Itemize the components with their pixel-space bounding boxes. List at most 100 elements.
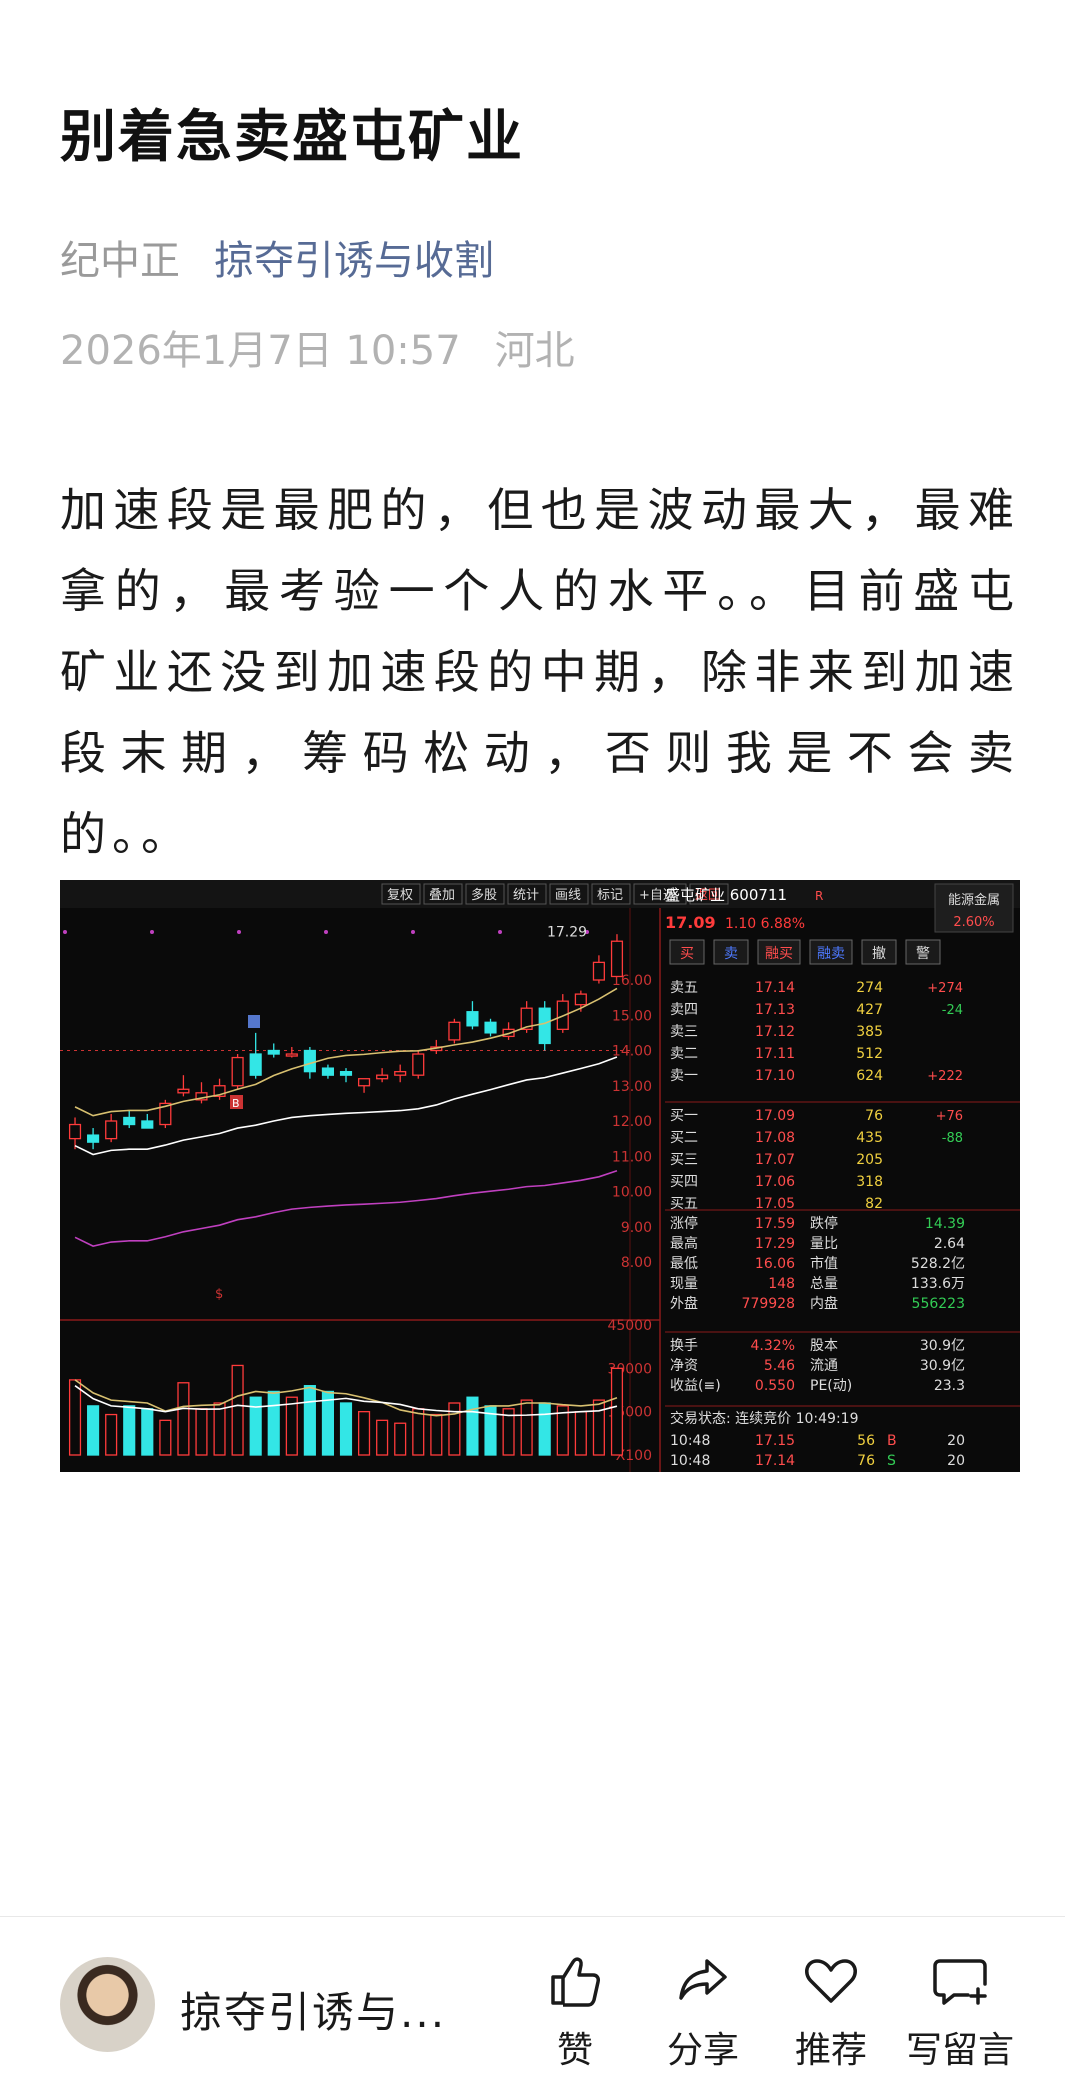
candle-body [592, 961, 605, 981]
bottom-author-name[interactable]: 掠夺引诱与... [180, 1979, 446, 2040]
share-arrow-icon [679, 1959, 727, 2000]
ask-chg-0: +274 [927, 981, 963, 996]
bid-label-3: 买四 [670, 1174, 698, 1190]
share-button[interactable]: 分享 [648, 1951, 758, 2073]
trade-button-label-4: 撤 [872, 946, 886, 962]
stock-chart-image[interactable]: 复权 叠加 多股 统计 画线 标记 +自选 返回 16.00 15.00 14.00 13.00 12.… [60, 880, 1020, 1472]
stat2-l1-1: 净资 [670, 1358, 698, 1374]
bid-price-1: 17.08 [755, 1130, 795, 1146]
ask-chg-4: +222 [927, 1069, 963, 1084]
bid-vol-0: 76 [865, 1108, 883, 1124]
volume-bar [376, 1419, 389, 1456]
candle-body [105, 1120, 118, 1140]
volume-bar [574, 1411, 587, 1456]
stat-l1-4: 外盘 [670, 1295, 698, 1312]
like-label: 赞 [556, 2030, 593, 2071]
toolbar-label-5: 标记 [597, 888, 623, 903]
toolbar-label-0: 复权 [387, 887, 413, 903]
tick-price-1: 17.14 [755, 1453, 795, 1469]
stat-v2-0: 14.39 [925, 1216, 965, 1232]
stat-l2-3: 总量 [810, 1276, 838, 1292]
volume-bar [538, 1402, 551, 1456]
candle-body [87, 1134, 100, 1143]
recommend-button[interactable]: 推荐 [776, 1951, 886, 2073]
volume-tick: 45000 [607, 1318, 652, 1334]
article-meta: 纪中正 掠夺引诱与收割 [60, 228, 494, 286]
account-name-link[interactable]: 掠夺引诱与收割 [214, 238, 494, 284]
current-price: 17.09 [665, 913, 716, 932]
author-name: 纪中正 [60, 238, 180, 284]
bottom-action-bar: 掠夺引诱与... 赞 分享 推荐 写留言 [0, 1917, 1065, 2075]
tick-n-0: 20 [947, 1433, 965, 1449]
volume-bar [177, 1382, 190, 1456]
volume-bar [412, 1408, 425, 1456]
top-marker-dot [63, 930, 67, 934]
trade-button-label-0: 买 [680, 946, 694, 962]
volume-bar [141, 1408, 154, 1456]
price-tick: 10.00 [612, 1185, 652, 1201]
volume-bar [195, 1408, 208, 1456]
top-marker-dot [498, 930, 502, 934]
stat-l2-1: 量比 [810, 1236, 838, 1252]
price-tick: 12.00 [612, 1114, 652, 1130]
thumbs-up-icon [551, 1957, 600, 2007]
ask-label-3: 卖二 [670, 1046, 698, 1062]
comment-plus-icon [933, 1959, 987, 2005]
tick-time-1: 10:48 [670, 1453, 710, 1469]
stat2-l1-2: 收益(≡) [670, 1378, 721, 1394]
volume-bar [610, 1367, 624, 1456]
stat2-v2-0: 30.9亿 [920, 1338, 965, 1354]
candle-body [303, 1049, 316, 1073]
comment-button[interactable]: 写留言 [905, 1951, 1015, 2073]
candle-body [394, 1070, 407, 1076]
stat-v1-0: 17.59 [755, 1216, 795, 1232]
ask-label-1: 卖四 [670, 1002, 698, 1018]
volume-bar [68, 1379, 82, 1456]
like-button[interactable]: 赞 [520, 1951, 630, 2073]
ask-vol-0: 274 [856, 980, 883, 996]
ask-chg-1: -24 [942, 1003, 963, 1018]
candle-body [484, 1021, 497, 1034]
toolbar-label-3: 统计 [513, 888, 539, 903]
comment-label: 写留言 [905, 2030, 1014, 2071]
candle-body [466, 1011, 479, 1027]
toolbar-label-4: 画线 [555, 888, 581, 903]
stat-v1-4: 779928 [742, 1296, 795, 1312]
sector-name: 能源金属 [948, 892, 1000, 908]
tick-side-1: S [887, 1453, 896, 1469]
ask-vol-4: 624 [856, 1068, 883, 1084]
ask-price-2: 17.12 [755, 1024, 795, 1040]
bid-label-2: 买三 [670, 1152, 698, 1168]
author-avatar[interactable] [60, 1957, 155, 2052]
signal-tag-b-label: B [232, 1097, 240, 1110]
sector-pct: 2.60% [953, 915, 994, 930]
bid-chg-0: +76 [936, 1109, 963, 1124]
volume-bar [394, 1422, 407, 1456]
stat-l1-1: 最高 [670, 1235, 698, 1252]
ask-vol-2: 385 [856, 1024, 883, 1040]
candle-body [538, 1007, 551, 1045]
stat2-l1-0: 换手 [670, 1337, 698, 1354]
publish-datetime: 2026年1月7日 10:57 [60, 328, 461, 374]
price-tick: 15.00 [612, 1008, 652, 1024]
bid-label-0: 买一 [670, 1108, 698, 1124]
stat-v1-1: 17.29 [755, 1236, 795, 1252]
candle-body [285, 1053, 298, 1057]
volume-bar [520, 1399, 533, 1456]
tick-n-1: 20 [947, 1453, 965, 1469]
bid-price-3: 17.06 [755, 1174, 795, 1190]
article-date-line: 2026年1月7日 10:57 河北 [60, 318, 575, 376]
volume-bar [339, 1402, 353, 1456]
candle-body [267, 1049, 280, 1055]
candle-body [412, 1053, 425, 1076]
volume-bar [592, 1399, 605, 1456]
toolbar-label-2: 多股 [471, 887, 497, 903]
bid-label-1: 买二 [670, 1130, 698, 1146]
stat2-v1-1: 5.46 [764, 1358, 795, 1374]
trade-button-label-5: 警 [916, 946, 930, 962]
candle-body [231, 1056, 244, 1087]
stat-l2-2: 市值 [810, 1255, 838, 1272]
ask-price-1: 17.13 [755, 1002, 795, 1018]
top-marker-dot [411, 930, 415, 934]
price-tick: 8.00 [621, 1255, 652, 1271]
